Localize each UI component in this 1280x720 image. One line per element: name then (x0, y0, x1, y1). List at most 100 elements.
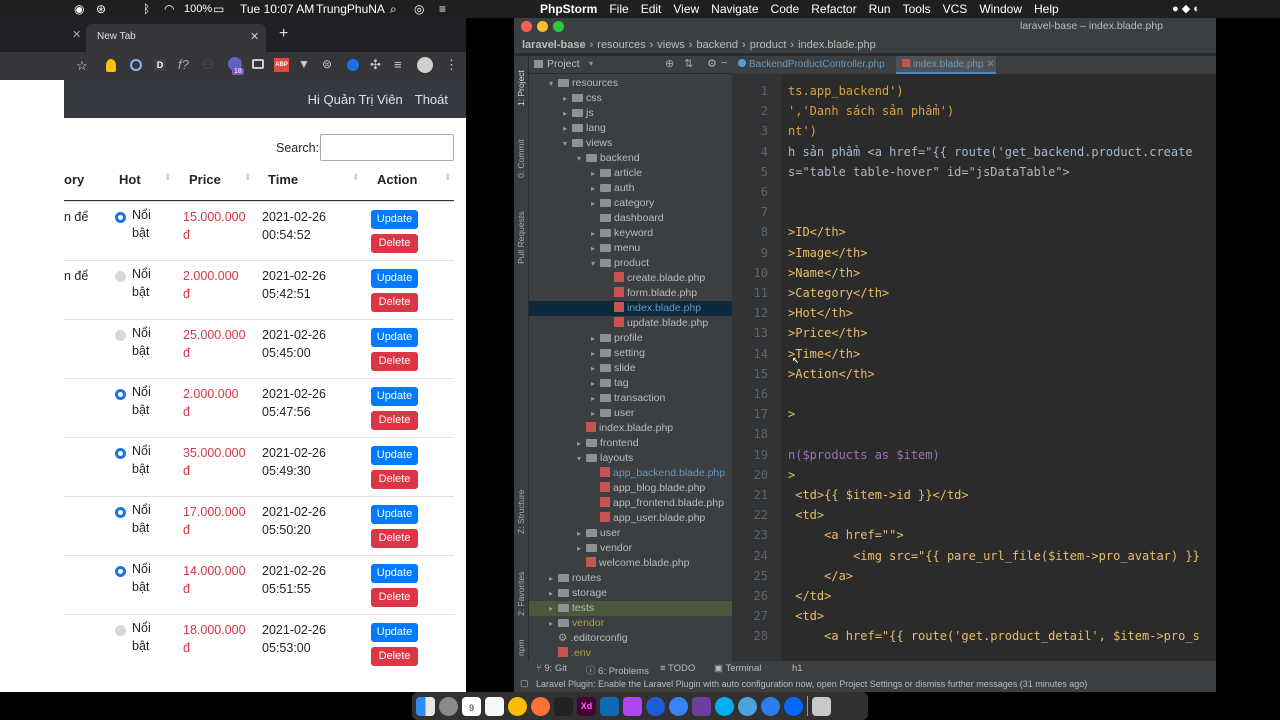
delete-button[interactable]: Delete (371, 411, 418, 430)
calendar-icon[interactable]: 9 (462, 696, 481, 716)
expand-arrow-icon[interactable]: ▾ (577, 451, 586, 466)
tree-folder[interactable]: ▸ article (591, 166, 642, 181)
sort-icon[interactable]: ⬍ (164, 172, 172, 183)
expand-arrow-icon[interactable]: ▸ (563, 91, 572, 106)
adblock-icon[interactable]: ABP (274, 58, 289, 72)
tree-folder[interactable]: ▾ layouts (577, 451, 633, 466)
project-view-dropdown[interactable]: Project (547, 58, 580, 70)
menu-tools[interactable]: Tools (897, 2, 937, 16)
code-line[interactable]: </a> (788, 569, 853, 583)
tree-folder[interactable]: ▾ product (591, 256, 649, 271)
delete-button[interactable]: Delete (371, 470, 418, 489)
tree-file[interactable]: welcome.blade.php (577, 556, 689, 571)
sort-icon[interactable]: ⬍ (444, 172, 452, 183)
update-button[interactable]: Update (371, 505, 418, 524)
tree-file[interactable]: update.blade.php (605, 316, 708, 331)
launchpad-icon[interactable] (439, 696, 458, 716)
problems-tool-button[interactable]: ⓘ 6: Problems (586, 663, 649, 677)
tree-file[interactable]: .env (549, 646, 591, 661)
update-button[interactable]: Update (371, 328, 418, 347)
breadcrumb-file[interactable]: index.blade.php (798, 39, 876, 51)
menu-vcs[interactable]: VCS (937, 2, 974, 16)
extension-icon[interactable] (106, 59, 116, 72)
code-line[interactable]: >Price</th> (788, 326, 867, 340)
notification-center-icon[interactable]: ≡ (433, 2, 452, 16)
tree-folder[interactable]: ▸ profile (591, 331, 643, 346)
tree-folder[interactable]: ▸ setting (591, 346, 645, 361)
code-line[interactable]: >Action</th> (788, 367, 875, 381)
spotlight-search-icon[interactable]: ⌕ (384, 2, 403, 17)
adobe-xd-icon[interactable]: Xd (577, 696, 596, 716)
code-line[interactable]: <td>{{ $item->id }}</td> (788, 488, 968, 502)
tab-backend-product-controller[interactable]: BackendProductController.php ✕ (732, 56, 892, 88)
hot-radio[interactable] (115, 212, 126, 223)
extension-icon[interactable]: f? (178, 57, 189, 72)
code-crumb[interactable]: h1 (792, 663, 803, 674)
tree-folder[interactable]: ▸ category (591, 196, 654, 211)
tree-file[interactable]: app_backend.blade.php (591, 466, 725, 481)
hot-radio[interactable] (115, 625, 126, 636)
close-window-button[interactable] (521, 21, 532, 32)
expand-arrow-icon[interactable]: ▾ (549, 76, 558, 91)
close-tab-icon[interactable]: ✕ (986, 59, 994, 70)
expand-arrow-icon[interactable]: ▸ (563, 121, 572, 136)
tree-file[interactable]: form.blade.php (605, 286, 697, 301)
tree-folder[interactable]: ▸ user (591, 406, 634, 421)
breadcrumb-item[interactable]: product (750, 39, 787, 51)
git-tool-button[interactable]: ⑂ 9: Git (536, 663, 567, 674)
extension-d-icon[interactable]: D (154, 59, 166, 71)
expand-arrow-icon[interactable]: ▸ (591, 376, 600, 391)
tree-folder[interactable]: ▸ slide (591, 361, 636, 376)
code-line[interactable]: <a href=""> (788, 528, 903, 542)
delete-button[interactable]: Delete (371, 293, 418, 312)
hot-radio[interactable] (115, 448, 126, 459)
tab-index-blade[interactable]: index.blade.php ✕ (896, 56, 996, 74)
expand-arrow-icon[interactable]: ▸ (591, 361, 600, 376)
extension-icon[interactable]: ▼ (298, 57, 310, 71)
update-button[interactable]: Update (371, 269, 418, 288)
tree-folder[interactable]: ▸ menu (591, 241, 640, 256)
update-button[interactable]: Update (371, 564, 418, 583)
expand-arrow-icon[interactable]: ▸ (591, 406, 600, 421)
code-line[interactable]: s="table table-hover" id="jsDataTable"> (788, 165, 1070, 179)
sort-icon[interactable]: ⬍ (352, 172, 360, 183)
browser-tab[interactable]: New Tab ✕ (86, 24, 266, 52)
status-message[interactable]: Laravel Plugin: Enable the Laravel Plugi… (536, 679, 1087, 689)
delete-button[interactable]: Delete (371, 647, 418, 666)
code-line[interactable]: nt') (788, 124, 817, 138)
expand-arrow-icon[interactable]: ▸ (591, 241, 600, 256)
code-line[interactable]: > (788, 468, 795, 482)
delete-button[interactable]: Delete (371, 588, 418, 607)
expand-arrow-icon[interactable]: ▸ (549, 571, 558, 586)
tree-folder[interactable]: ▸ vendor (549, 616, 604, 631)
sync-icon[interactable]: ⊛ (90, 2, 112, 16)
tool-commit[interactable]: 0: Commit (516, 139, 526, 178)
menu-file[interactable]: File (603, 2, 634, 16)
extension-icon[interactable] (130, 59, 142, 71)
menu-view[interactable]: View (667, 2, 705, 16)
tree-file[interactable]: index.blade.php (577, 421, 673, 436)
breadcrumb-project[interactable]: laravel-base (522, 39, 586, 51)
code-line[interactable]: >Name</th> (788, 266, 860, 280)
code-line[interactable]: <td> (788, 508, 824, 522)
tree-folder[interactable]: ▸ transaction (591, 391, 665, 406)
vscode-icon[interactable] (600, 696, 619, 716)
tree-folder[interactable]: ▸ keyword (591, 226, 653, 241)
logout-link[interactable]: Thoát (415, 92, 448, 107)
code-line[interactable]: > (788, 407, 795, 421)
expand-arrow-icon[interactable]: ▾ (563, 136, 572, 151)
tree-folder[interactable]: ▾ resources (549, 76, 618, 91)
zoom-window-button[interactable] (553, 21, 564, 32)
code-line[interactable]: >ID</th> (788, 225, 846, 239)
code-line[interactable]: <td> (788, 609, 824, 623)
bookmark-star-icon[interactable]: ☆ (76, 58, 88, 74)
skype-icon[interactable] (715, 696, 734, 716)
expand-arrow-icon[interactable]: ▸ (577, 541, 586, 556)
more-menu-icon[interactable]: ⋮ (445, 57, 458, 73)
tool-npm[interactable]: npm (516, 639, 526, 656)
greeting-link[interactable]: Hi Quản Trị Viên (308, 92, 403, 107)
extension-icon[interactable]: ⊜ (322, 57, 332, 71)
creative-cloud-icon[interactable]: ◉ (68, 2, 90, 16)
menu-edit[interactable]: Edit (635, 2, 668, 16)
menu-refactor[interactable]: Refactor (805, 2, 862, 16)
